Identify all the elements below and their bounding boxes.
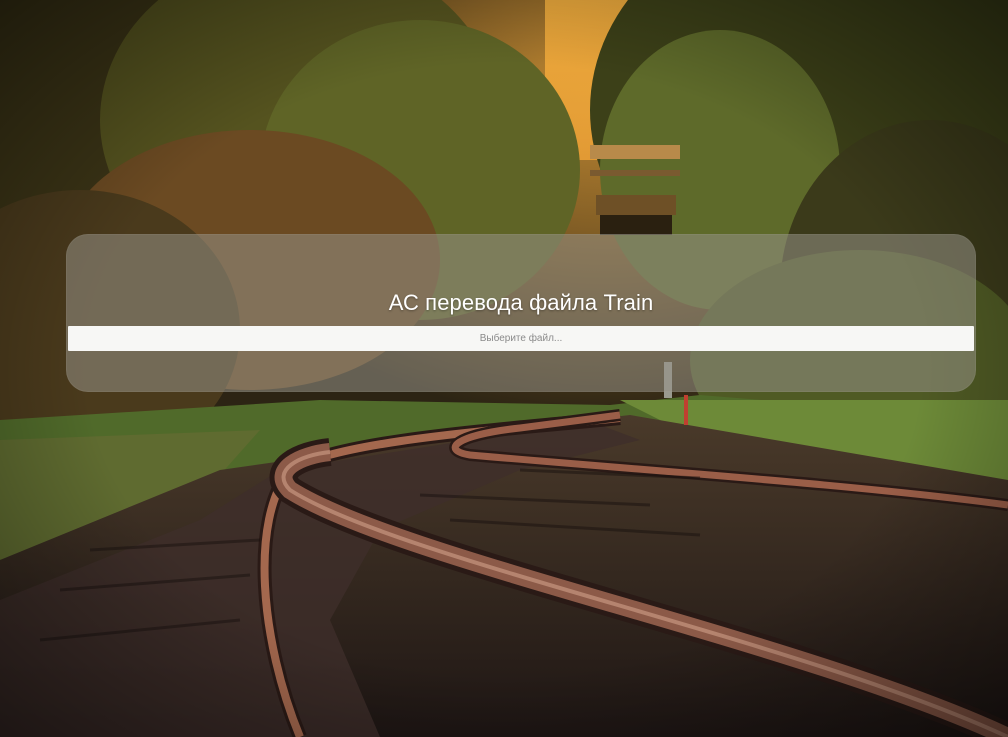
page-title: АС перевода файла Train	[388, 290, 654, 315]
file-select-input[interactable]: Выберите файл...	[68, 326, 974, 351]
upload-panel: АС перевода файла Train Выберите файл...	[66, 234, 976, 392]
app-page: АС перевода файла Train Выберите файл...	[0, 0, 1008, 737]
